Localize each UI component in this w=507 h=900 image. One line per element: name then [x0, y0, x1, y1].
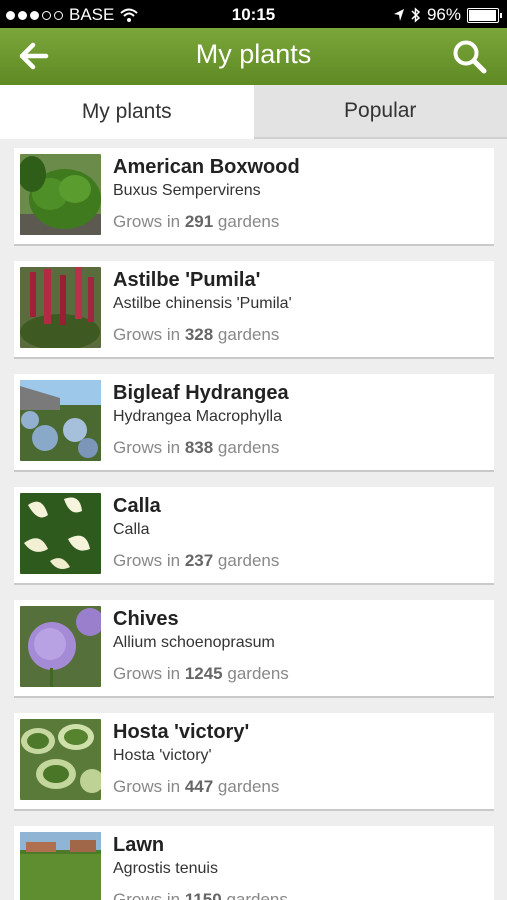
- battery-percent: 96%: [426, 5, 461, 24]
- tab-bar: My plants Popular: [0, 85, 507, 139]
- plant-latin-name: Allium schoenoprasum: [113, 634, 275, 651]
- battery-icon: [467, 7, 502, 23]
- plant-thumbnail: [20, 606, 101, 687]
- search-icon: [453, 40, 487, 74]
- plant-thumbnail: [20, 832, 101, 900]
- page-title: My plants: [195, 39, 312, 69]
- plant-thumbnail: [20, 267, 101, 348]
- tab-popular[interactable]: Popular: [253, 85, 507, 139]
- list-item[interactable]: Bigleaf Hydrangea Hydrangea Macrophylla …: [14, 374, 494, 472]
- search-button[interactable]: [451, 38, 489, 76]
- plant-thumbnail: [20, 493, 101, 574]
- list-item[interactable]: Calla Calla Grows in 237 gardens: [14, 487, 494, 585]
- plant-name: Bigleaf Hydrangea: [113, 382, 289, 404]
- location-arrow-icon: [393, 9, 404, 21]
- plant-thumbnail: [20, 719, 101, 800]
- plant-latin-name: Agrostis tenuis: [113, 860, 218, 877]
- status-right: 96%: [393, 5, 502, 25]
- plant-list: American Boxwood Buxus Sempervirens Grow…: [14, 148, 494, 900]
- bluetooth-icon: [411, 7, 421, 23]
- plant-garden-count: Grows in 838 gardens: [113, 438, 280, 457]
- plant-latin-name: Buxus Sempervirens: [113, 182, 261, 199]
- plant-name: Hosta 'victory': [113, 721, 250, 743]
- list-item[interactable]: Chives Allium schoenoprasum Grows in 124…: [14, 600, 494, 698]
- list-item[interactable]: American Boxwood Buxus Sempervirens Grow…: [14, 148, 494, 246]
- list-item[interactable]: Hosta 'victory' Hosta 'victory' Grows in…: [14, 713, 494, 811]
- plant-name: Calla: [113, 495, 161, 517]
- plant-latin-name: Hydrangea Macrophylla: [113, 408, 282, 425]
- plant-garden-count: Grows in 1150 gardens: [113, 890, 288, 900]
- plant-name: Chives: [113, 608, 179, 630]
- app-header: My plants: [0, 28, 507, 85]
- plant-thumbnail: [20, 380, 101, 461]
- list-item[interactable]: Lawn Agrostis tenuis Grows in 1150 garde…: [14, 826, 494, 900]
- status-bar: BASE 10:15 96%: [0, 0, 507, 28]
- plant-name: American Boxwood: [113, 156, 300, 178]
- list-item[interactable]: Astilbe 'Pumila' Astilbe chinensis 'Pumi…: [14, 261, 494, 359]
- plant-garden-count: Grows in 328 gardens: [113, 325, 280, 344]
- plant-garden-count: Grows in 291 gardens: [113, 212, 280, 231]
- plant-latin-name: Hosta 'victory': [113, 747, 212, 764]
- plant-garden-count: Grows in 1245 gardens: [113, 664, 289, 683]
- plant-name: Astilbe 'Pumila': [113, 269, 261, 291]
- plant-garden-count: Grows in 447 gardens: [113, 777, 280, 796]
- plant-latin-name: Astilbe chinensis 'Pumila': [113, 295, 292, 312]
- plant-thumbnail: [20, 154, 101, 235]
- tab-my-plants[interactable]: My plants: [0, 85, 254, 139]
- plant-latin-name: Calla: [113, 521, 150, 538]
- plant-garden-count: Grows in 237 gardens: [113, 551, 280, 570]
- plant-name: Lawn: [113, 834, 165, 856]
